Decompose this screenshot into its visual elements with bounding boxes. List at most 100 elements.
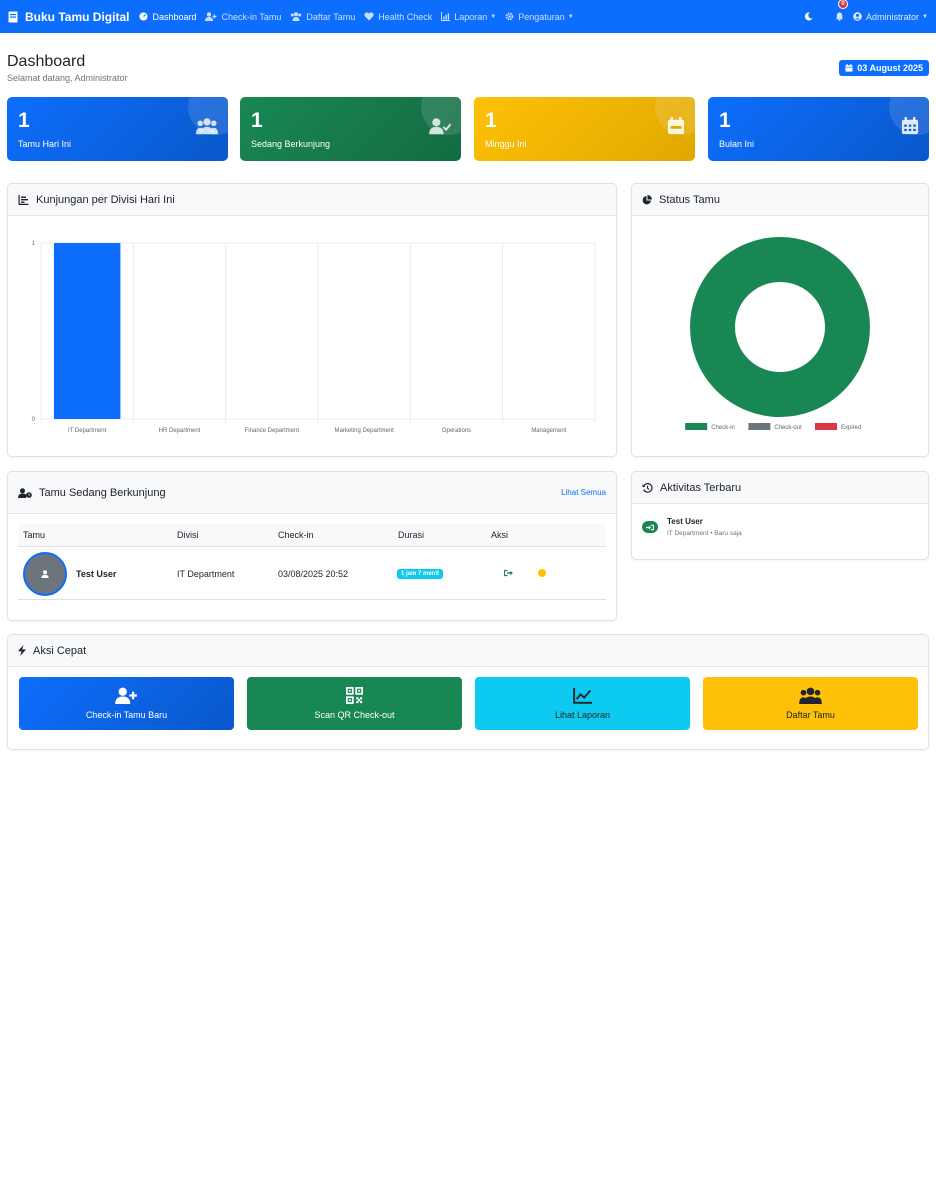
quick-actions-card: Aksi Cepat Check-in Tamu Baru Scan QR Ch… bbox=[7, 634, 929, 750]
column-header: Durasi bbox=[398, 530, 425, 540]
sign-out-icon[interactable] bbox=[504, 569, 513, 577]
legend-swatch bbox=[748, 423, 771, 430]
user-circle-icon bbox=[853, 12, 862, 21]
chevron-down-icon: ▼ bbox=[922, 13, 928, 20]
page-title: Dashboard bbox=[7, 53, 86, 70]
nav-settings-label: Pengaturan bbox=[518, 11, 565, 22]
guest-name: Test User bbox=[76, 569, 117, 579]
status-doughnut-chart: Check-in Check-out Expired bbox=[685, 237, 870, 431]
stat-week-label: Minggu Ini bbox=[485, 139, 527, 149]
brand-label: Buku Tamu Digital bbox=[25, 9, 130, 24]
checkin-badge bbox=[642, 521, 658, 533]
status-dot bbox=[538, 569, 546, 577]
legend-label: Check-out bbox=[774, 425, 802, 431]
status-chart-card: Status Tamu Check-in Check-out Expired bbox=[631, 183, 929, 457]
page-subtitle: Selamat datang, Administrator bbox=[7, 73, 128, 83]
stat-today-label: Tamu Hari Ini bbox=[18, 139, 72, 149]
stat-month: 1 Bulan Ini bbox=[708, 97, 929, 161]
stat-week: 1 Minggu Ini bbox=[474, 97, 695, 161]
stat-week-value: 1 bbox=[485, 109, 497, 132]
nav-checkin[interactable]: Check-in Tamu bbox=[205, 12, 281, 22]
scan-qr-button[interactable]: Scan QR Check-out bbox=[247, 677, 462, 730]
division-chart-title: Kunjungan per Divisi Hari Ini bbox=[36, 193, 175, 206]
calendar-week-icon bbox=[667, 117, 685, 135]
nav-guest-list-label: Daftar Tamu bbox=[306, 11, 356, 22]
sign-in-icon bbox=[646, 524, 654, 530]
activity-name: Test User bbox=[667, 517, 703, 526]
notification-count: 0 bbox=[838, 0, 849, 9]
guest-list-button[interactable]: Daftar Tamu bbox=[703, 677, 918, 730]
nav-reports[interactable]: Laporan ▼ bbox=[441, 12, 496, 22]
chart-bar-icon bbox=[441, 12, 451, 21]
chevron-down-icon: ▼ bbox=[490, 13, 497, 20]
column-header: Check-in bbox=[278, 530, 314, 540]
status-chart-header: Status Tamu bbox=[632, 184, 928, 216]
activity-title: Aktivitas Terbaru bbox=[660, 481, 742, 494]
pie-slice bbox=[690, 237, 870, 417]
guest-list-label: Daftar Tamu bbox=[786, 710, 835, 720]
user-menu[interactable]: Administrator ▼ bbox=[853, 12, 928, 22]
moon-icon[interactable] bbox=[804, 12, 813, 21]
activity-detail: IT Department • Baru saja bbox=[667, 530, 742, 537]
stat-month-value: 1 bbox=[719, 109, 731, 132]
chevron-down-icon: ▼ bbox=[567, 13, 574, 20]
qrcode-icon bbox=[346, 687, 363, 704]
date-label: 03 August 2025 bbox=[857, 63, 923, 73]
chart-pie-icon bbox=[642, 194, 652, 204]
division-chart-header: Kunjungan per Divisi Hari Ini bbox=[8, 184, 616, 216]
legend-label: Check-in bbox=[711, 425, 735, 431]
stat-visiting-value: 1 bbox=[251, 109, 263, 132]
table-header: Tamu Divisi Check-in Durasi Aksi bbox=[18, 524, 606, 547]
user-icon bbox=[41, 570, 49, 578]
nav-dashboard[interactable]: Dashboard bbox=[139, 12, 196, 22]
legend-swatch bbox=[685, 423, 708, 430]
stat-today: 1 Tamu Hari Ini bbox=[7, 97, 228, 161]
nav-health-check-label: Health Check bbox=[378, 11, 433, 22]
nav-dashboard-label: Dashboard bbox=[152, 11, 197, 22]
legend-label: Expired bbox=[841, 425, 861, 431]
checkin-new-button[interactable]: Check-in Tamu Baru bbox=[19, 677, 234, 730]
calendar-icon bbox=[845, 64, 853, 72]
user-clock-icon bbox=[18, 487, 32, 498]
nav-health-check[interactable]: Health Check bbox=[364, 12, 432, 22]
column-header: Aksi bbox=[491, 530, 509, 540]
visiting-title: Tamu Sedang Berkunjung bbox=[39, 486, 166, 499]
legend-swatch bbox=[815, 423, 837, 430]
x-tick-label: IT Department bbox=[68, 428, 107, 434]
y-tick-label: 0 bbox=[32, 417, 36, 423]
column-header: Divisi bbox=[177, 530, 199, 540]
x-tick-label: Management bbox=[531, 428, 566, 434]
user-plus-icon bbox=[205, 12, 217, 21]
notification-bell[interactable]: 0 bbox=[835, 0, 849, 26]
stat-visiting-label: Sedang Berkunjung bbox=[251, 139, 331, 149]
user-plus-icon bbox=[115, 687, 137, 704]
x-tick-label: Finance Department bbox=[245, 428, 300, 434]
brand[interactable]: Buku Tamu Digital bbox=[8, 10, 129, 24]
view-all-link[interactable]: Lihat Semua bbox=[561, 488, 606, 497]
guest-division: IT Department bbox=[177, 569, 235, 579]
division-chart-card: Kunjungan per Divisi Hari Ini 0 1 IT Depar… bbox=[7, 183, 617, 457]
users-icon bbox=[291, 12, 302, 21]
user-check-icon bbox=[429, 118, 451, 135]
chart-bar-icon bbox=[18, 194, 29, 205]
x-tick-label: HR Department bbox=[159, 428, 201, 434]
user-name: Administrator bbox=[866, 11, 920, 22]
date-badge: 03 August 2025 bbox=[839, 60, 929, 76]
x-tick-label: Marketing Department bbox=[334, 428, 394, 434]
quick-actions-header: Aksi Cepat bbox=[8, 635, 928, 667]
view-report-button[interactable]: Lihat Laporan bbox=[475, 677, 690, 730]
stat-visiting: 1 Sedang Berkunjung bbox=[240, 97, 461, 161]
users-icon bbox=[799, 687, 822, 704]
quick-actions-title: Aksi Cepat bbox=[33, 644, 87, 657]
nav-settings[interactable]: Pengaturan ▼ bbox=[505, 12, 574, 22]
x-tick-label: Operations bbox=[442, 428, 471, 434]
history-icon bbox=[642, 482, 653, 493]
nav-guest-list[interactable]: Daftar Tamu bbox=[290, 12, 355, 22]
nav-reports-label: Laporan bbox=[454, 11, 488, 22]
status-chart-title: Status Tamu bbox=[659, 193, 720, 206]
chart-line-icon bbox=[573, 687, 592, 704]
visiting-header: Tamu Sedang Berkunjung Lihat Semua bbox=[8, 472, 616, 514]
scan-qr-label: Scan QR Check-out bbox=[314, 710, 395, 720]
activity-card: Aktivitas Terbaru Test User IT Departmen… bbox=[631, 471, 929, 560]
gear-icon bbox=[505, 12, 514, 21]
